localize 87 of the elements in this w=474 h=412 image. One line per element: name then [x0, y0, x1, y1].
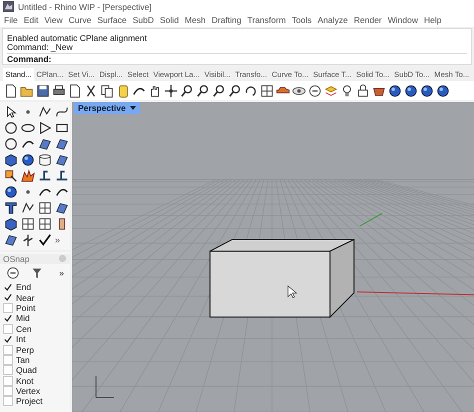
- move-icon[interactable]: [164, 84, 178, 98]
- menu-item[interactable]: Drafting: [212, 15, 242, 25]
- checkbox[interactable]: [3, 334, 13, 344]
- command-history-line: Enabled automatic CPlane alignment: [7, 34, 148, 43]
- menu-item[interactable]: File: [4, 15, 18, 25]
- lightbulb-icon[interactable]: [340, 84, 354, 98]
- layers-icon[interactable]: [324, 84, 338, 98]
- surface-icon[interactable]: [38, 137, 52, 151]
- osnap-label: End: [16, 282, 32, 292]
- menu-item[interactable]: Window: [388, 15, 418, 25]
- circle-icon[interactable]: [4, 121, 18, 135]
- surface-icon[interactable]: [55, 153, 69, 167]
- cylinder-icon[interactable]: [38, 153, 52, 167]
- sphere-icon[interactable]: [4, 185, 18, 199]
- triangle-icon[interactable]: [38, 121, 52, 135]
- menu-item[interactable]: Render: [354, 15, 382, 25]
- rotate-icon[interactable]: [244, 84, 258, 98]
- checkbox[interactable]: [3, 282, 13, 292]
- osnap-label: Near: [16, 292, 34, 303]
- sphere-icon[interactable]: [21, 153, 35, 167]
- surface-icon[interactable]: [55, 137, 69, 151]
- osnap-label: Int: [16, 334, 26, 344]
- osnap-label: Quad: [16, 365, 37, 376]
- polyline-icon[interactable]: [21, 201, 35, 215]
- surface-icon[interactable]: [4, 233, 18, 247]
- check-icon[interactable]: [38, 233, 52, 247]
- magnifier-icon[interactable]: [196, 84, 210, 98]
- cursor-icon[interactable]: [4, 105, 18, 119]
- sphere-icon[interactable]: [388, 84, 402, 98]
- new-file-icon[interactable]: [4, 84, 18, 98]
- app-logo-icon: [3, 1, 14, 12]
- osnap-label: Vertex: [16, 386, 40, 396]
- menu-item[interactable]: Tools: [292, 15, 312, 25]
- checkbox[interactable]: [3, 313, 13, 324]
- more-button[interactable]: »: [59, 268, 64, 278]
- document-icon[interactable]: [68, 84, 82, 98]
- filter-icon[interactable]: [30, 266, 44, 280]
- osnap-label: Project: [16, 396, 42, 406]
- menu-item[interactable]: Analyze: [318, 15, 348, 25]
- save-icon[interactable]: [36, 84, 50, 98]
- sphere-icon[interactable]: [420, 84, 434, 98]
- menu-item[interactable]: Solid: [160, 15, 179, 25]
- clipboard-icon[interactable]: [116, 84, 130, 98]
- caret-icon[interactable]: [130, 105, 136, 111]
- menu-item[interactable]: Help: [424, 15, 442, 25]
- grid-icon[interactable]: [38, 217, 52, 231]
- surface-icon[interactable]: [55, 201, 69, 215]
- grid-icon[interactable]: [38, 201, 52, 215]
- polyline-icon[interactable]: [38, 105, 52, 119]
- circle-icon[interactable]: [4, 137, 18, 151]
- menu-item[interactable]: SubD: [132, 15, 154, 25]
- menu-item[interactable]: Edit: [24, 15, 38, 25]
- menu-item[interactable]: Curve: [68, 15, 92, 25]
- osnap-label: Knot: [16, 376, 34, 386]
- osnap-label: Tan: [16, 354, 30, 365]
- panel-title: OSnap: [3, 254, 30, 264]
- text-icon[interactable]: [4, 201, 18, 215]
- sphere-icon[interactable]: [404, 84, 418, 98]
- rectangle-icon[interactable]: [55, 121, 69, 135]
- command-history-line: Command: _New: [7, 43, 74, 52]
- more-tools-button[interactable]: »: [55, 235, 69, 245]
- osnap-label: Point: [16, 302, 36, 313]
- ellipse-icon[interactable]: [21, 121, 35, 135]
- checkbox[interactable]: [3, 292, 13, 303]
- copy-icon[interactable]: [100, 84, 114, 98]
- sphere-icon[interactable]: [436, 84, 450, 98]
- window-title: Untitled - Rhino WIP - [Perspective]: [18, 2, 152, 12]
- curve-icon[interactable]: [55, 105, 69, 119]
- printer-icon[interactable]: [52, 84, 66, 98]
- osnap-label: Cen: [16, 324, 32, 334]
- lock-icon[interactable]: [356, 84, 370, 98]
- cube-icon[interactable]: [4, 217, 18, 231]
- grid-icon[interactable]: [260, 84, 274, 98]
- cube-icon[interactable]: [4, 153, 18, 167]
- command-prompt[interactable]: Command:: [7, 53, 467, 64]
- viewport-tab[interactable]: Perspective: [74, 102, 140, 114]
- osnap-label: Perp: [16, 344, 34, 355]
- menu-item[interactable]: Surface: [97, 15, 127, 25]
- magnifier-icon[interactable]: [180, 84, 194, 98]
- menu-item[interactable]: Mesh: [184, 15, 206, 25]
- magnifier-icon[interactable]: [228, 84, 242, 98]
- array-icon[interactable]: [21, 217, 35, 231]
- explode-icon[interactable]: [21, 169, 35, 183]
- scissors-icon[interactable]: [84, 84, 98, 98]
- menu-item[interactable]: View: [44, 15, 63, 25]
- menu-item[interactable]: Transform: [247, 15, 286, 25]
- osnap-label: Mid: [16, 313, 30, 324]
